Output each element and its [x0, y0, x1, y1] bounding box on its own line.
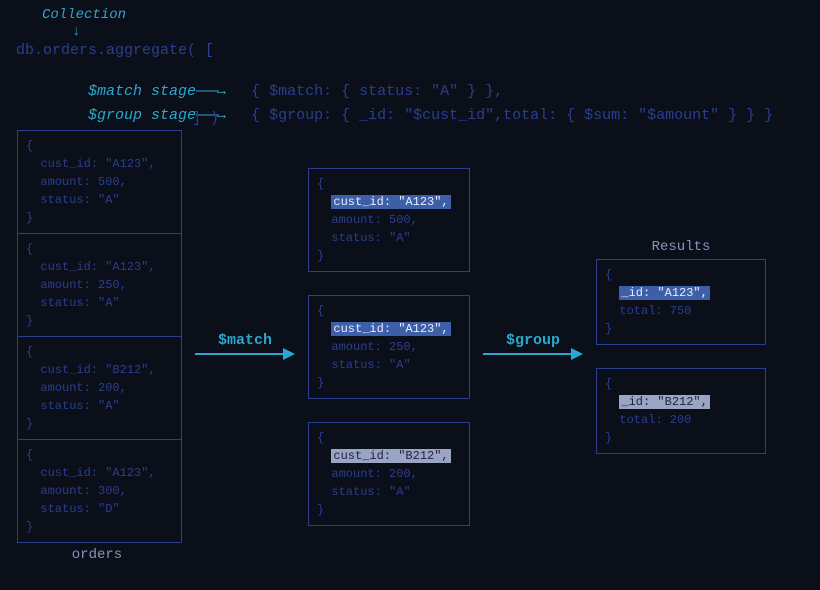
results-column: Results { _id: "A123", total: 750 }{ _id…: [596, 239, 766, 454]
results-docs: { _id: "A123", total: 750 } { _id: "B212"…: [596, 259, 766, 454]
highlight: cust_id: "A123",: [331, 195, 450, 209]
match-arrow: $match: [190, 332, 300, 361]
doc-box: { cust_id: "A123", amount: 500, status: …: [17, 130, 182, 234]
orders-column: { cust_id: "A123", amount: 500, status: …: [12, 130, 182, 563]
highlight: _id: "A123",: [619, 286, 709, 300]
group-stage-label: $group stage: [88, 107, 196, 124]
pipeline-diagram: { cust_id: "A123", amount: 500, status: …: [12, 130, 808, 563]
highlight: cust_id: "B212",: [331, 449, 450, 463]
orders-label: orders: [12, 547, 182, 563]
group-stage-row: $group stage———→ { $group: { _id: "$cust…: [52, 90, 773, 141]
result-box: { _id: "A123", total: 750 }: [596, 259, 766, 345]
doc-box: { cust_id: "A123", amount: 250, status: …: [308, 295, 470, 399]
collection-label: Collection: [42, 7, 126, 23]
down-arrow-icon: ↓: [72, 25, 80, 39]
highlight: cust_id: "A123",: [331, 322, 450, 336]
right-arrow-icon: [195, 347, 295, 361]
doc-box: { cust_id: "A123", amount: 300, status: …: [17, 439, 182, 543]
right-arrow-icon: [483, 347, 583, 361]
code-header: Collection ↓ db.orders.aggregate( [ $mat…: [12, 10, 808, 118]
code-line-main: db.orders.aggregate( [: [16, 42, 214, 59]
code-line-close: ] ): [192, 110, 219, 127]
result-box: { _id: "B212", total: 200 }: [596, 368, 766, 454]
doc-box: { cust_id: "A123", amount: 500, status: …: [308, 168, 470, 272]
group-arrow: $group: [478, 332, 588, 361]
doc-box: { cust_id: "B212", amount: 200, status: …: [308, 422, 470, 526]
matched-column: { cust_id: "A123", amount: 500, status: …: [308, 168, 470, 526]
group-code: { $group: { _id: "$cust_id",total: { $su…: [251, 107, 773, 124]
doc-box: { cust_id: "B212", amount: 200, status: …: [17, 336, 182, 440]
orders-docs: { cust_id: "A123", amount: 500, status: …: [17, 130, 182, 543]
results-label: Results: [596, 239, 766, 255]
doc-box: { cust_id: "A123", amount: 250, status: …: [17, 233, 182, 337]
highlight: _id: "B212",: [619, 395, 709, 409]
